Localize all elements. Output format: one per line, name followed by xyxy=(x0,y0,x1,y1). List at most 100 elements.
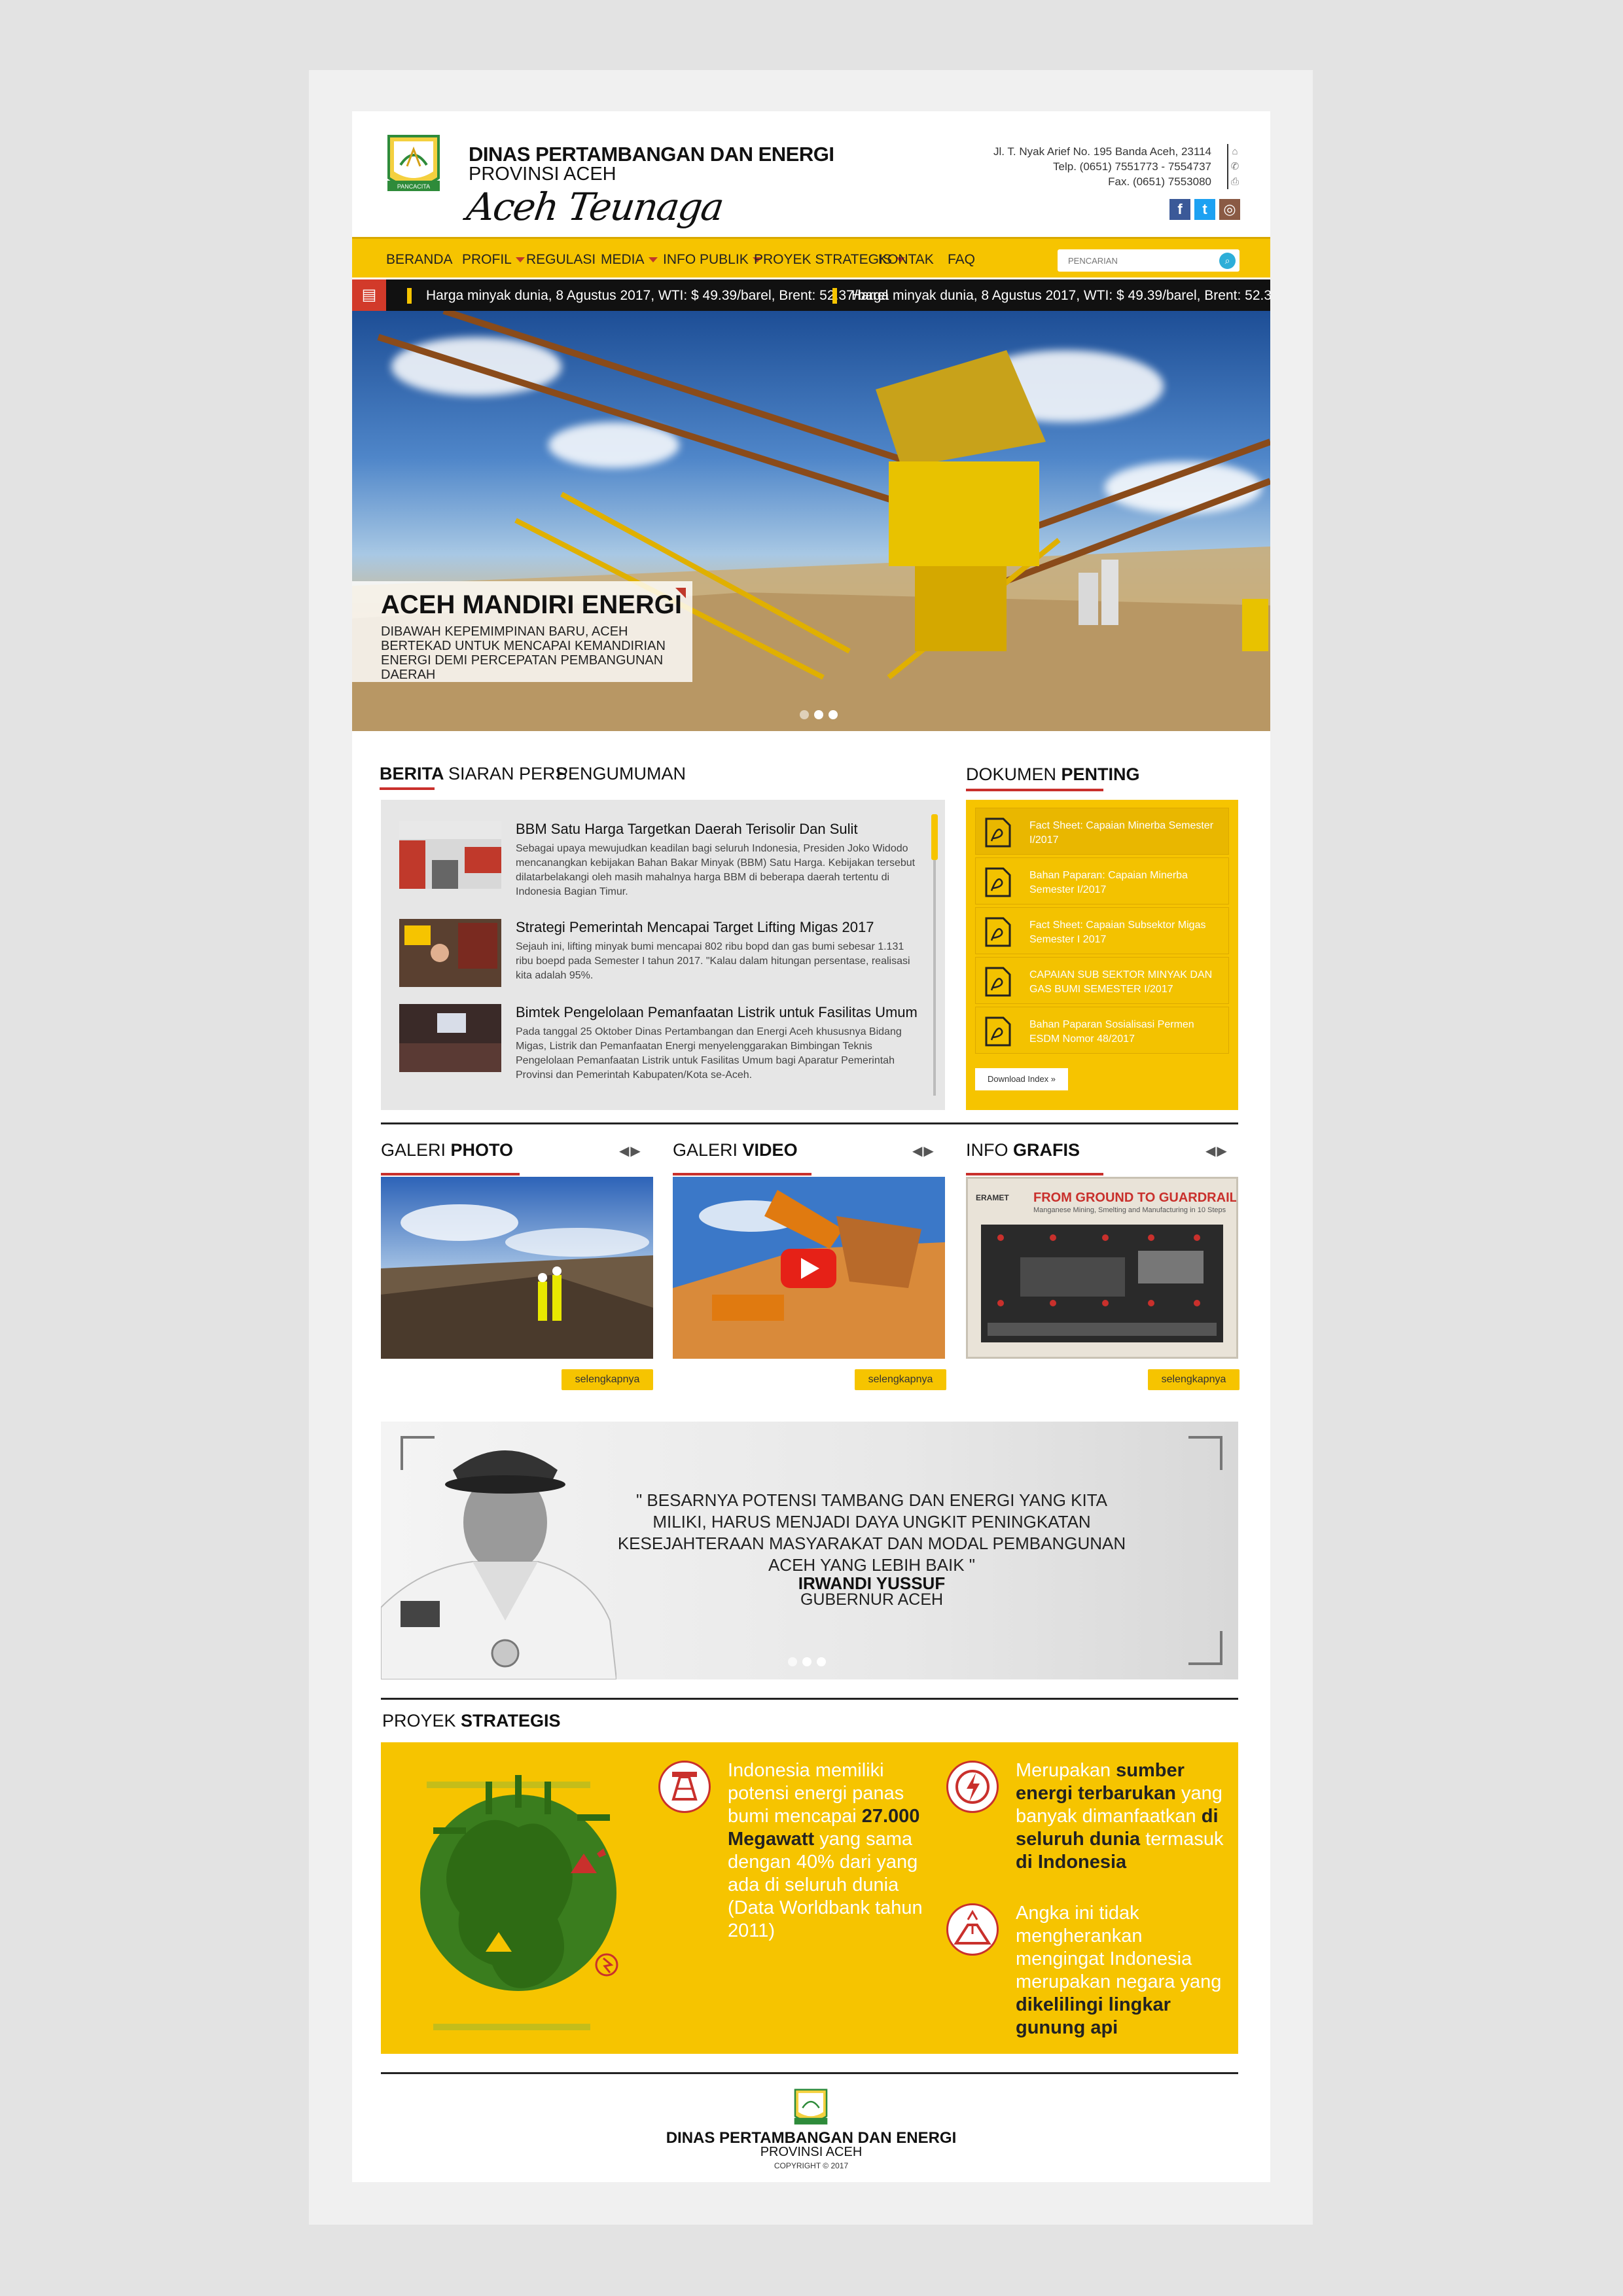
page: PANCACITA DINAS PERTAMBANGAN DAN ENERGI … xyxy=(352,111,1270,2182)
nav-info-publik[interactable]: INFO PUBLIK xyxy=(663,252,762,268)
slide-dot-active[interactable] xyxy=(802,1657,812,1666)
pdf-icon xyxy=(985,817,1011,848)
nav-faq[interactable]: FAQ xyxy=(948,252,975,268)
arrow-right-icon: ▶ xyxy=(923,1144,935,1158)
slide-dot[interactable] xyxy=(829,710,838,719)
bracket-top-left xyxy=(401,1436,435,1470)
building-icon: ⌂ xyxy=(1232,146,1238,157)
contact-icons: ⌂ ✆ ⎙ xyxy=(1227,144,1241,189)
site-header: PANCACITA DINAS PERTAMBANGAN DAN ENERGI … xyxy=(352,111,1270,236)
infographic-more-button[interactable]: selengkapnya xyxy=(1148,1369,1240,1390)
bracket-bottom-right xyxy=(1188,1631,1222,1665)
search-input[interactable] xyxy=(1058,249,1208,272)
section-divider xyxy=(381,1698,1238,1700)
tab-pengumuman[interactable]: PENGUMUMAN xyxy=(556,764,686,784)
gallery-photo-heading: GALERI PHOTO xyxy=(381,1140,514,1160)
slide-dot[interactable] xyxy=(800,710,809,719)
pdf-icon xyxy=(985,1016,1011,1047)
document-label: Fact Sheet: Capaian Subsektor Migas Seme… xyxy=(1029,920,1206,945)
nav-regulasi[interactable]: REGULASI xyxy=(526,252,596,268)
tagline: Aceh Teunaga xyxy=(464,185,726,229)
slide-dot-active[interactable] xyxy=(814,710,823,719)
hero-pagination xyxy=(800,710,838,719)
news-excerpt: Sebagai upaya mewujudkan keadilan bagi s… xyxy=(516,843,916,897)
gallery-video-arrows[interactable]: ◀▶ xyxy=(912,1143,935,1159)
news-thumbnail xyxy=(399,1004,501,1072)
nav-beranda[interactable]: BERANDA xyxy=(386,252,453,268)
ticker-item[interactable]: Harga minyak dunia, 8 Agustus 2017, WTI:… xyxy=(832,288,1270,304)
fax-icon: ⎙ xyxy=(1230,176,1239,187)
nav-media[interactable]: MEDIA xyxy=(601,252,658,268)
document-item[interactable]: CAPAIAN SUB SEKTOR MINYAK DAN GAS BUMI S… xyxy=(975,957,1229,1004)
slide-dot[interactable] xyxy=(817,1657,826,1666)
section-divider xyxy=(381,1122,1238,1124)
lightning-icon xyxy=(946,1761,999,1813)
pdf-icon xyxy=(985,867,1011,897)
nav-profil[interactable]: PROFIL xyxy=(462,252,525,268)
news-list: BBM Satu Harga Targetkan Daerah Terisoli… xyxy=(381,800,945,1110)
facebook-icon[interactable]: f xyxy=(1169,199,1190,220)
document-item[interactable]: Fact Sheet: Capaian Subsektor Migas Seme… xyxy=(975,907,1229,954)
proyek-text-volcano: Angka ini tidak mengheran­kan mengingat … xyxy=(1016,1903,1222,2038)
geothermal-tower-icon xyxy=(658,1761,711,1813)
hero-title: ACEH MANDIRI ENERGI xyxy=(381,590,683,619)
gallery-photo-arrows[interactable]: ◀▶ xyxy=(619,1143,642,1159)
photo-more-button[interactable]: selengkapnya xyxy=(562,1369,653,1390)
footer-province: PROVINSI ACEH xyxy=(760,2145,863,2159)
document-item[interactable]: Bahan Paparan Sosialisasi Permen ESDM No… xyxy=(975,1007,1229,1054)
document-label: Bahan Paparan Sosialisasi Permen ESDM No… xyxy=(1029,1019,1194,1045)
contact-info: Jl. T. Nyak Arief No. 195 Banda Aceh, 23… xyxy=(993,144,1211,189)
news-title[interactable]: Bimtek Pengelolaan Pemanfaatan Listrik u… xyxy=(516,1004,918,1021)
aceh-emblem-icon[interactable]: PANCACITA xyxy=(385,132,442,196)
volcano-icon xyxy=(946,1903,999,1956)
emblem-label: PANCACITA xyxy=(397,183,430,190)
ring-of-fire-map-icon xyxy=(420,1775,618,2030)
news-title[interactable]: BBM Satu Harga Targetkan Daerah Terisoli… xyxy=(516,821,858,838)
slide-dot[interactable] xyxy=(788,1657,797,1666)
bracket-top-right xyxy=(1188,1436,1222,1470)
tab-siaran-pers[interactable]: SIARAN PERS xyxy=(448,764,567,784)
twitter-icon[interactable]: t xyxy=(1194,199,1215,220)
hero-text: DIBAWAH KEPEMIMPINAN BARU, ACEH BERTEKAD… xyxy=(381,624,666,682)
phone: Telp. (0651) 7551773 - 7554737 xyxy=(1053,160,1211,173)
governor-quote: " BESARNYA POTENSI TAMBANG DAN ENERGI YA… xyxy=(381,1422,1238,1679)
pdf-icon xyxy=(985,917,1011,947)
section-divider xyxy=(381,2072,1238,2074)
infographic-arrows[interactable]: ◀▶ xyxy=(1205,1143,1228,1159)
newspaper-icon: ▤ xyxy=(352,279,386,311)
scrollbar-thumb[interactable] xyxy=(931,814,938,860)
infographic-image[interactable]: FROM GROUND TO GUARDRAIL: Manganese Mini… xyxy=(966,1177,1238,1359)
document-item[interactable]: Fact Sheet: Capaian Minerba Semester I/2… xyxy=(975,808,1229,855)
arrow-left-icon: ◀ xyxy=(619,1144,631,1158)
chevron-down-icon xyxy=(648,257,658,263)
document-label: CAPAIAN SUB SEKTOR MINYAK DAN GAS BUMI S… xyxy=(1029,969,1213,995)
photo-gallery-image[interactable] xyxy=(381,1177,653,1359)
proyek-panel: Indonesia memiliki potensi energi panas … xyxy=(381,1742,1238,2054)
search-icon[interactable]: ⌕ xyxy=(1219,253,1236,269)
documents-heading: DOKUMEN PENTING xyxy=(966,764,1140,784)
documents-panel: Fact Sheet: Capaian Minerba Semester I/2… xyxy=(966,800,1238,1110)
arrow-left-icon: ◀ xyxy=(912,1144,924,1158)
news-thumbnail xyxy=(399,919,501,987)
hero-slider[interactable]: ACEH MANDIRI ENERGI DIBAWAH KEPEMIMPINAN… xyxy=(352,311,1270,731)
corner-mark-icon xyxy=(675,588,686,598)
video-more-button[interactable]: selengkapnya xyxy=(855,1369,946,1390)
gallery-video-heading: GALERI VIDEO xyxy=(673,1140,798,1160)
instagram-icon[interactable]: ◎ xyxy=(1219,199,1240,220)
hero-caption: ACEH MANDIRI ENERGI DIBAWAH KEPEMIMPINAN… xyxy=(352,581,692,682)
document-item[interactable]: Bahan Paparan: Capaian Minerba Semester … xyxy=(975,857,1229,905)
download-index-button[interactable]: Download Index » xyxy=(975,1068,1068,1090)
quote-pagination xyxy=(788,1657,826,1666)
address: Jl. T. Nyak Arief No. 195 Banda Aceh, 23… xyxy=(993,145,1211,158)
footer-emblem-icon[interactable] xyxy=(792,2087,830,2128)
document-label: Fact Sheet: Capaian Minerba Semester I/2… xyxy=(1029,820,1214,846)
arrow-left-icon: ◀ xyxy=(1205,1144,1217,1158)
social-links: f t ◎ xyxy=(1169,199,1240,220)
news-title[interactable]: Strategi Pemerintah Mencapai Target Lift… xyxy=(516,919,874,936)
play-icon[interactable] xyxy=(781,1249,836,1288)
ticker-item[interactable]: Harga minyak dunia, 8 Agustus 2017, WTI:… xyxy=(407,288,888,304)
tab-berita[interactable]: BERITA xyxy=(380,764,444,784)
phone-icon: ✆ xyxy=(1230,161,1240,172)
quote-role: GUBERNUR ACEH xyxy=(800,1590,944,1609)
nav-kontak[interactable]: KONTAK xyxy=(878,252,934,268)
